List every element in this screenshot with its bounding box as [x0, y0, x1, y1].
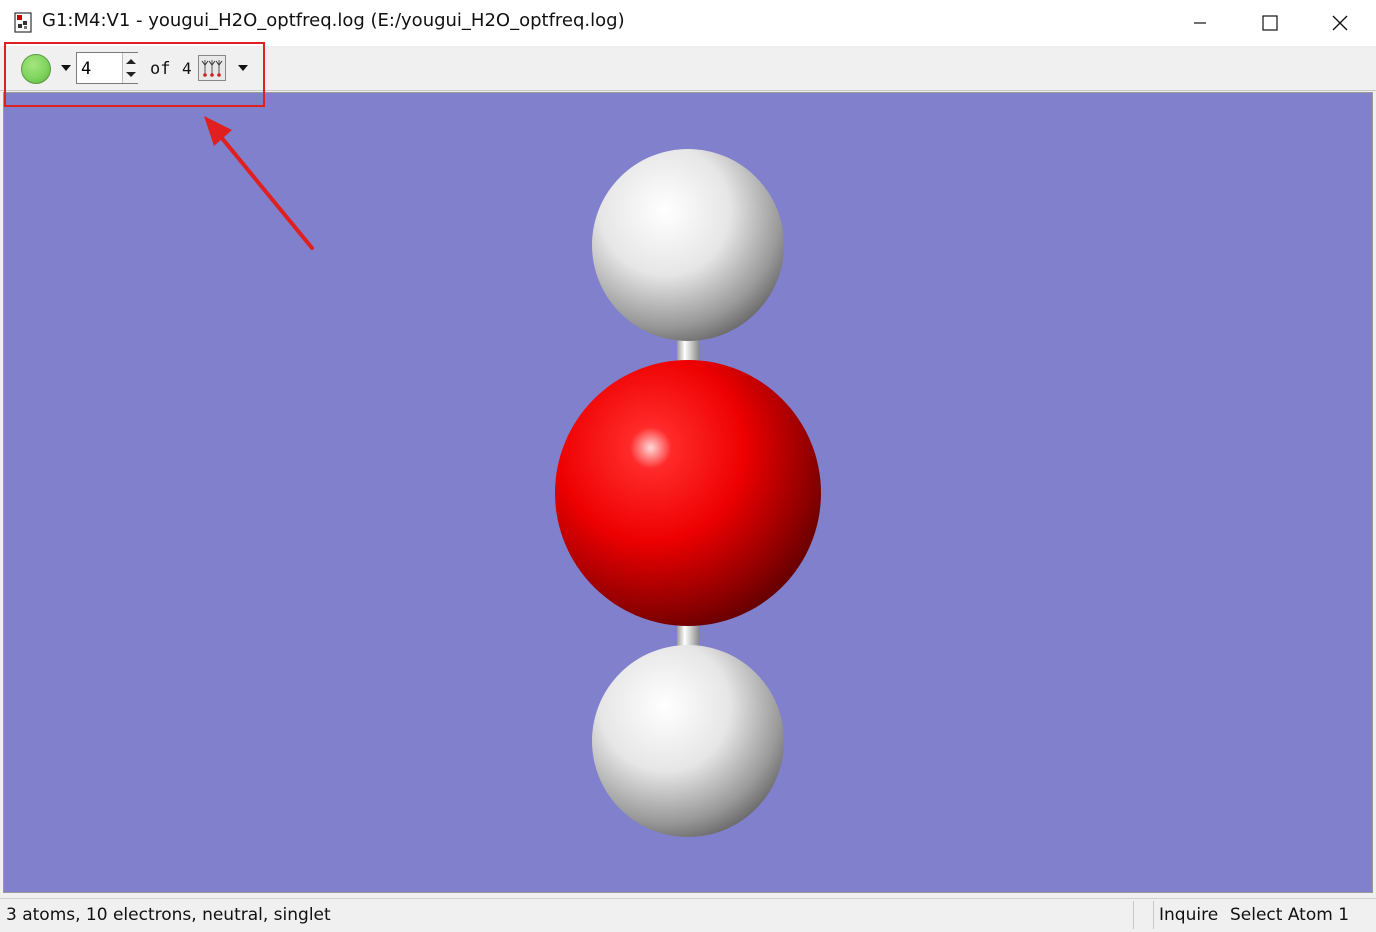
atom-oxygen[interactable]	[555, 360, 821, 626]
annotation-arrow-icon	[204, 116, 314, 250]
atom-hydrogen-bottom[interactable]	[592, 645, 784, 837]
status-mode-text: Inquire	[1159, 905, 1219, 925]
maximize-icon	[1262, 15, 1278, 31]
molecule-info-text: 3 atoms, 10 electrons, neutral, singlet	[6, 905, 331, 925]
gaussview-document-icon	[14, 12, 32, 33]
title-bar: G1:M4:V1 - yougui_H2O_optfreq.log (E:/yo…	[0, 0, 1376, 47]
maximize-button[interactable]	[1235, 0, 1305, 46]
status-divider	[1153, 901, 1154, 929]
status-divider	[1133, 901, 1134, 929]
close-icon	[1332, 15, 1348, 31]
minimize-button[interactable]	[1165, 0, 1235, 46]
status-action-text: Select Atom 1	[1230, 905, 1350, 925]
window-title: G1:M4:V1 - yougui_H2O_optfreq.log (E:/yo…	[42, 10, 625, 31]
annotation-highlight-box	[4, 42, 265, 107]
atom-hydrogen-top[interactable]	[592, 149, 784, 341]
status-bar: 3 atoms, 10 electrons, neutral, singlet …	[0, 898, 1376, 932]
minimize-icon	[1194, 22, 1206, 24]
close-button[interactable]	[1305, 0, 1375, 46]
